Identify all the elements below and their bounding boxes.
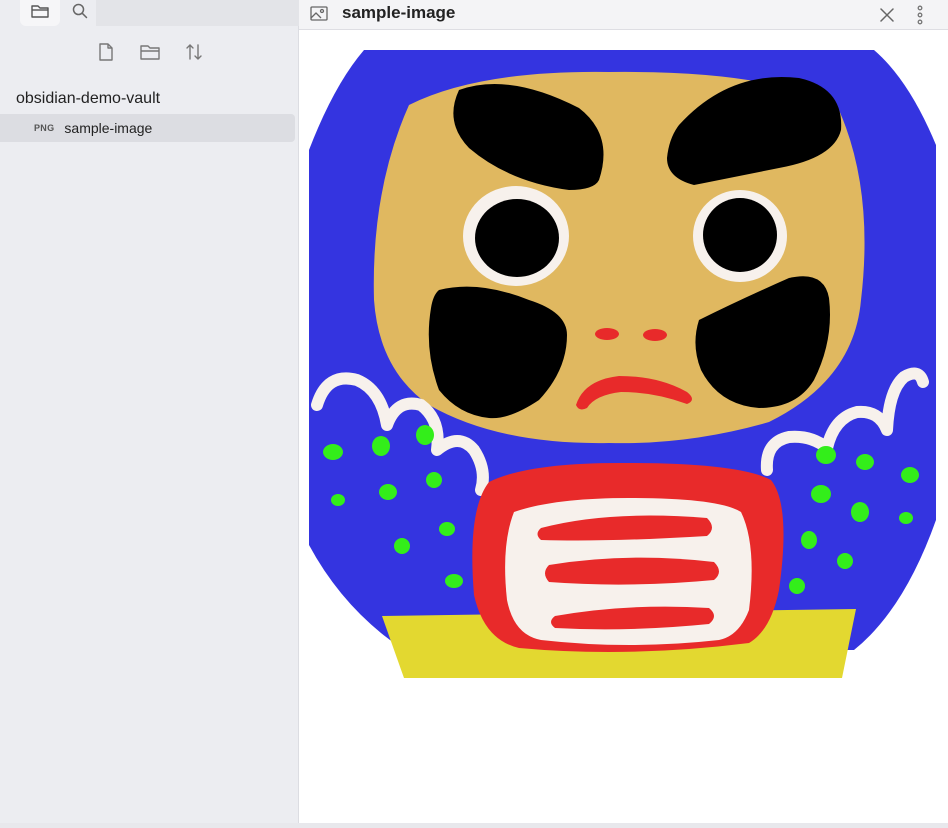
file-item-label: sample-image — [64, 120, 153, 136]
daruma-illustration — [309, 50, 936, 678]
file-item-sample-image[interactable]: PNG sample-image — [0, 114, 295, 142]
sidebar-tab-bar — [0, 0, 299, 26]
search-icon — [71, 2, 89, 25]
new-note-button[interactable] — [94, 42, 118, 66]
sort-icon — [184, 42, 204, 67]
new-folder-button[interactable] — [138, 42, 162, 66]
new-folder-icon — [139, 42, 161, 67]
view-title[interactable]: sample-image — [342, 3, 455, 23]
nose-left — [595, 328, 619, 340]
new-note-icon — [97, 42, 115, 67]
vault-name[interactable]: obsidian-demo-vault — [16, 90, 160, 108]
right-eye-pupil — [703, 198, 777, 272]
nose-right — [643, 329, 667, 341]
folder-icon — [30, 2, 50, 25]
close-icon — [877, 8, 897, 29]
close-button[interactable] — [877, 5, 897, 25]
sample-image-display — [309, 50, 936, 678]
tab-files[interactable] — [20, 0, 60, 26]
more-options-icon — [910, 5, 930, 31]
file-explorer-sidebar: obsidian-demo-vault PNG sample-image — [0, 0, 299, 828]
tab-strip-background — [96, 0, 299, 26]
more-options-button[interactable] — [910, 3, 930, 27]
view-header: sample-image — [299, 0, 948, 30]
left-eye-pupil — [475, 199, 559, 277]
image-view-pane: sample-image — [299, 0, 948, 828]
image-file-icon — [309, 4, 329, 24]
tab-search[interactable] — [64, 0, 96, 26]
file-type-badge: PNG — [34, 123, 55, 133]
sort-button[interactable] — [182, 42, 206, 66]
file-explorer-toolbar — [0, 42, 299, 68]
status-bar-edge — [0, 823, 948, 828]
